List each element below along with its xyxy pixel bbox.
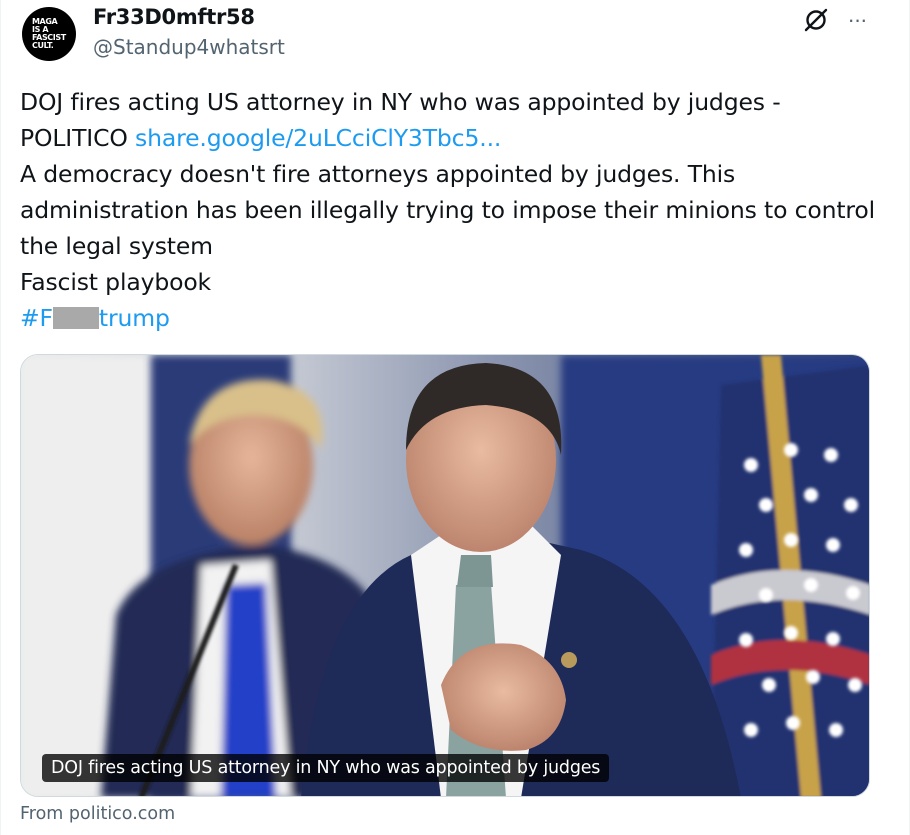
avatar-text-4: CULT. — [32, 41, 54, 50]
hashtag-link[interactable]: #F trump — [20, 300, 890, 336]
grok-button[interactable] — [798, 2, 834, 38]
post-line-1: DOJ fires acting US attorney in NY who w… — [20, 88, 781, 116]
post-line-3: A democracy doesn't fire attorneys appoi… — [20, 160, 736, 188]
hashtag-end: trump — [98, 304, 170, 332]
card-caption: DOJ fires acting US attorney in NY who w… — [42, 754, 610, 782]
author-handle[interactable]: @Standup4whatsrt — [93, 35, 285, 59]
redaction-box — [52, 307, 99, 329]
link-card[interactable]: DOJ fires acting US attorney in NY who w… — [20, 354, 870, 797]
post-line-2: POLITICO share.google/2uLCciClY3Tbc5... — [20, 120, 890, 156]
card-source[interactable]: From politico.com — [20, 804, 175, 824]
post-line-4: administration has been illegally trying… — [20, 196, 876, 224]
more-icon: ··· — [847, 7, 868, 32]
post-text: DOJ fires acting US attorney in NY who w… — [20, 84, 890, 336]
card-image — [21, 355, 869, 796]
post: MAGA IS A FASCIST CULT. Fr33D0mftr58 @St… — [0, 0, 910, 835]
author-display-name[interactable]: Fr33D0mftr58 — [93, 5, 255, 29]
article-link[interactable]: share.google/2uLCciClY3Tbc5... — [135, 124, 501, 152]
more-button[interactable]: ··· — [841, 2, 873, 38]
post-line-5: the legal system — [20, 232, 213, 260]
post-line-6: Fascist playbook — [20, 268, 212, 296]
grok-icon — [804, 8, 828, 32]
hashtag-start: #F — [20, 304, 53, 332]
post-line-2-text: POLITICO — [20, 124, 136, 152]
avatar[interactable]: MAGA IS A FASCIST CULT. — [22, 7, 76, 61]
